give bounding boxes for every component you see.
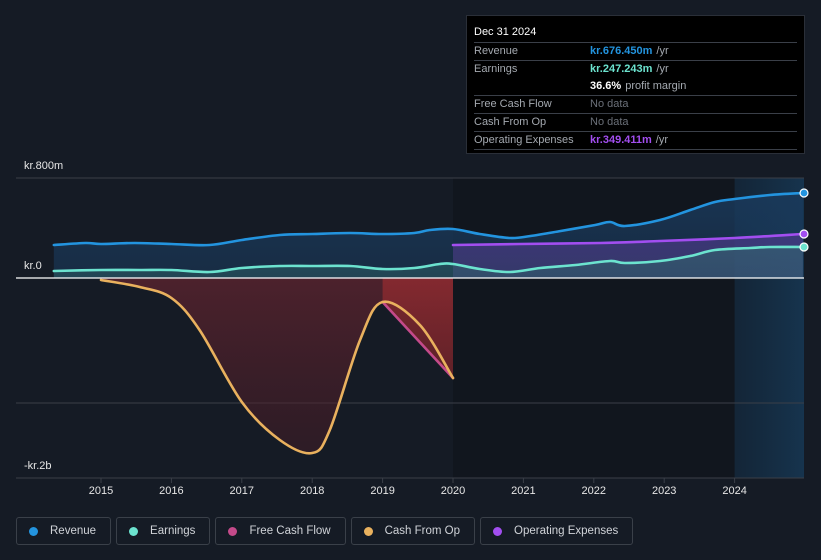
tooltip-row-unit: /yr: [656, 63, 669, 75]
x-tick-label: 2024: [722, 485, 746, 497]
x-tick-label: 2016: [159, 485, 183, 497]
x-tick-label: 2017: [230, 485, 254, 497]
earnings-end-marker[interactable]: [799, 242, 809, 252]
legend-item-revenue[interactable]: Revenue: [16, 517, 112, 545]
legend-label: Revenue: [50, 525, 97, 537]
tooltip-row-value: kr.247.243m: [590, 63, 653, 75]
legend-label: Operating Expenses: [514, 525, 619, 537]
tooltip-row: Operating Expenses kr.349.411m/yr: [474, 132, 797, 150]
tooltip-row-label: Cash From Op: [474, 116, 547, 128]
x-tick-label: 2020: [441, 485, 465, 497]
tooltip-row-label: [474, 78, 590, 95]
tooltip-row-label: Free Cash Flow: [474, 98, 552, 110]
legend-item-cash-from-op[interactable]: Cash From Op: [350, 517, 476, 545]
y-tick-label: kr.800m: [24, 160, 63, 172]
legend-item-earnings[interactable]: Earnings: [116, 517, 211, 545]
tooltip-row: Revenue kr.676.450m/yr: [474, 43, 797, 61]
operating-expenses-end-marker[interactable]: [799, 229, 809, 239]
legend-dot-icon: [29, 526, 38, 536]
x-tick-label: 2022: [582, 485, 606, 497]
x-tick-label: 2023: [652, 485, 676, 497]
tooltip-row-value: kr.676.450m: [590, 45, 653, 57]
legend-item-operating-expenses[interactable]: Operating Expenses: [480, 517, 634, 545]
tooltip-row-unit: profit margin: [625, 80, 687, 92]
legend: Revenue Earnings Free Cash Flow Cash From O…: [16, 517, 634, 545]
legend-item-free-cash-flow[interactable]: Free Cash Flow: [215, 517, 346, 545]
tooltip-row-unit: /yr: [655, 134, 669, 146]
x-tick-label: 2015: [89, 485, 113, 497]
tooltip-row-value: kr.349.411m: [590, 134, 652, 146]
tooltip-date: Dec 31 2024: [474, 24, 797, 43]
legend-dot-icon: [363, 526, 373, 536]
tooltip-row: Cash From Op No data: [474, 114, 797, 132]
tooltip-row: 36.6% profit margin: [474, 78, 797, 96]
x-tick-label: 2021: [511, 485, 535, 497]
legend-dot-icon: [129, 526, 139, 536]
tooltip-row-value: 36.6%: [590, 80, 622, 92]
revenue-end-marker[interactable]: [799, 188, 809, 198]
legend-label: Free Cash Flow: [249, 525, 331, 537]
legend-dot-icon: [493, 526, 503, 536]
legend-dot-icon: [228, 526, 238, 536]
tooltip-row: Free Cash Flow No data: [474, 96, 797, 114]
tooltip-row-unit: /yr: [656, 45, 669, 57]
legend-label: Cash From Op: [384, 525, 461, 537]
tooltip-row-value: No data: [590, 98, 629, 110]
tooltip-row-label: Revenue: [474, 45, 519, 57]
free-cash-flow-area: [382, 278, 453, 378]
legend-label: Earnings: [150, 525, 196, 537]
tooltip-row-label: Earnings: [474, 63, 518, 75]
x-tick-label: 2019: [370, 485, 394, 497]
y-tick-label: -kr.2b: [24, 460, 52, 472]
x-tick-label: 2018: [300, 485, 324, 497]
tooltip-row-value: No data: [590, 116, 629, 128]
tooltip-row: Earnings kr.247.243m/yr: [474, 61, 797, 78]
tooltip-panel: Dec 31 2024 Revenue kr.676.450m/yr Earning…: [466, 15, 805, 154]
tooltip-row-label: Operating Expenses: [474, 134, 574, 146]
y-tick-label: kr.0: [24, 260, 42, 272]
